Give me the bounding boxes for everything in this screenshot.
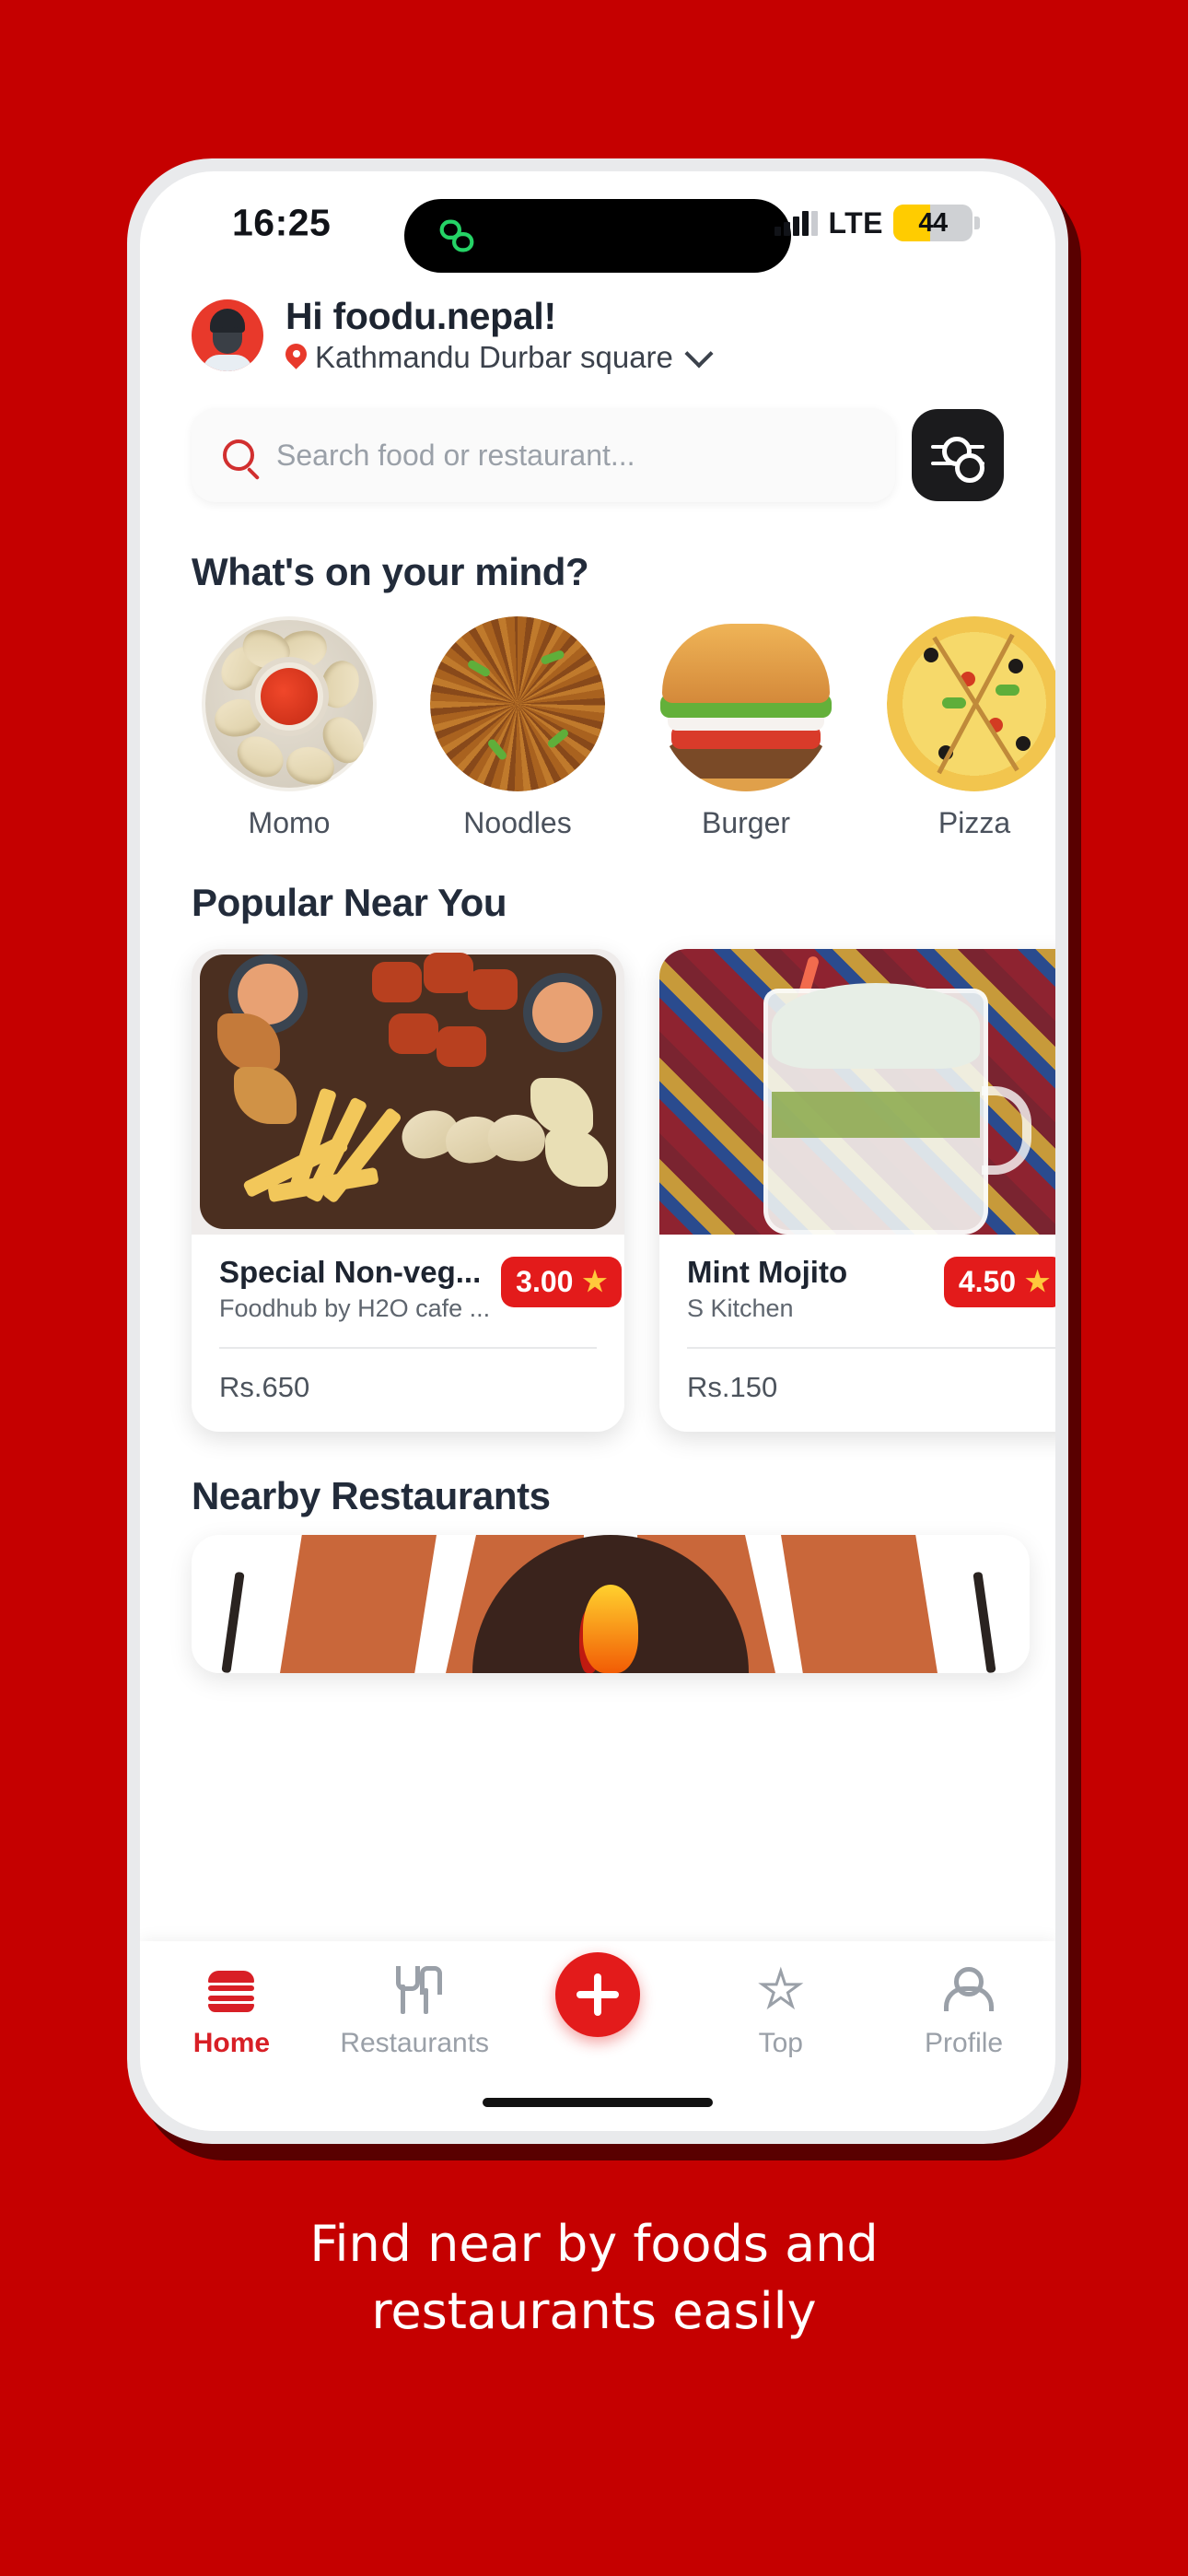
food-name: Special Non-veg... [219, 1255, 482, 1289]
search-row: Search food or restaurant... [140, 375, 1055, 502]
section-title-nearby: Nearby Restaurants [192, 1474, 551, 1517]
chevron-down-icon[interactable] [684, 339, 714, 369]
search-icon [223, 439, 254, 471]
category-label: Noodles [463, 806, 572, 839]
category-item-burger[interactable]: Burger [648, 616, 844, 840]
network-type: LTE [828, 205, 883, 240]
category-item-pizza[interactable]: Pizza [877, 616, 1055, 840]
nav-label: Home [192, 2028, 271, 2058]
dynamic-island [404, 199, 791, 273]
non-veg-platter-image [192, 949, 624, 1235]
status-time: 16:25 [232, 201, 332, 244]
section-title-popular: Popular Near You [192, 881, 507, 924]
filter-button[interactable] [912, 409, 1004, 501]
noodles-image [430, 616, 605, 791]
star-filled-icon: ★ [1025, 1267, 1050, 1297]
status-bar: 16:25 LTE 44 [140, 171, 1055, 275]
search-placeholder: Search food or restaurant... [276, 438, 635, 472]
person-outline-icon [943, 1967, 994, 2013]
battery-level: 44 [918, 207, 948, 238]
burger-home-icon [208, 1969, 255, 2012]
nav-item-add[interactable] [529, 1952, 667, 2037]
avatar[interactable] [192, 299, 263, 371]
sliders-filter-icon [931, 437, 984, 466]
momo-image [202, 616, 377, 791]
plus-add-icon[interactable] [554, 1952, 640, 2037]
food-price: Rs.150 [687, 1371, 778, 1403]
battery-icon: 44 [893, 205, 973, 241]
rating-value: 4.50 [958, 1265, 1017, 1298]
search-input[interactable]: Search food or restaurant... [192, 408, 895, 502]
category-label: Pizza [938, 806, 1011, 839]
nav-item-home[interactable]: Home [162, 1965, 300, 2059]
sliders-filter-icon-2 [931, 453, 984, 483]
nav-label: Profile [925, 2028, 1004, 2058]
phone-frame: 16:25 LTE 44 Hi foodu.nepal! Kathmandu D… [127, 158, 1068, 2144]
section-title-mind: What's on your mind? [192, 550, 589, 593]
home-indicator [483, 2098, 713, 2107]
food-card[interactable]: Special Non-veg... Foodhub by H2O cafe .… [192, 949, 624, 1432]
category-list[interactable]: Momo Noodles Burger Pizza [140, 594, 1055, 840]
rating-value: 3.00 [516, 1265, 574, 1298]
caption-line-2: restaurants easily [371, 2281, 817, 2340]
nav-item-top[interactable]: ★ Top [712, 1965, 850, 2059]
mint-mojito-image [659, 949, 1055, 1235]
bottom-navigation[interactable]: Home Restaurants ★ Top Profile [140, 1941, 1055, 2131]
location-label: Kathmandu Durbar square [315, 340, 673, 374]
nav-label: Top [758, 2028, 803, 2058]
star-outline-icon: ★ [758, 1963, 804, 2017]
food-name: Mint Mojito [687, 1255, 848, 1289]
link-icon [436, 215, 478, 257]
nearby-restaurant-banner[interactable] [192, 1535, 1030, 1673]
nav-label: Restaurants [340, 2028, 490, 2058]
rating-badge: 4.50 ★ [943, 1257, 1055, 1307]
category-label: Burger [701, 806, 791, 839]
rating-badge: 3.00 ★ [501, 1257, 623, 1307]
status-indicators: LTE 44 [775, 205, 980, 241]
nav-item-restaurants[interactable]: Restaurants [340, 1965, 489, 2059]
popular-list[interactable]: Special Non-veg... Foodhub by H2O cafe .… [140, 925, 1055, 1432]
food-price: Rs.650 [219, 1371, 310, 1403]
category-item-momo[interactable]: Momo [192, 616, 387, 840]
category-label: Momo [248, 806, 331, 839]
fork-knife-icon [396, 1965, 443, 2015]
signal-bars-icon [775, 210, 819, 236]
caption: Find near by foods and restaurants easil… [0, 2211, 1188, 2346]
location-selector[interactable]: Kathmandu Durbar square [285, 339, 714, 375]
caption-line-1: Find near by foods and [309, 2215, 879, 2273]
food-restaurant: Foodhub by H2O cafe ... [219, 1294, 491, 1322]
greeting-text: Hi foodu.nepal! [285, 295, 556, 337]
food-card[interactable]: Mint Mojito S Kitchen 4.50 ★ Rs.150 [659, 949, 1055, 1432]
pizza-image [887, 616, 1055, 791]
phone-screen: 16:25 LTE 44 Hi foodu.nepal! Kathmandu D… [140, 171, 1055, 2131]
greeting-header: Hi foodu.nepal! Kathmandu Durbar square [140, 275, 1055, 375]
star-filled-icon: ★ [582, 1267, 608, 1297]
category-item-noodles[interactable]: Noodles [420, 616, 615, 840]
nav-item-profile[interactable]: Profile [895, 1965, 1033, 2059]
burger-image [658, 616, 833, 791]
map-pin-icon [285, 344, 307, 371]
food-restaurant: S Kitchen [687, 1294, 794, 1322]
